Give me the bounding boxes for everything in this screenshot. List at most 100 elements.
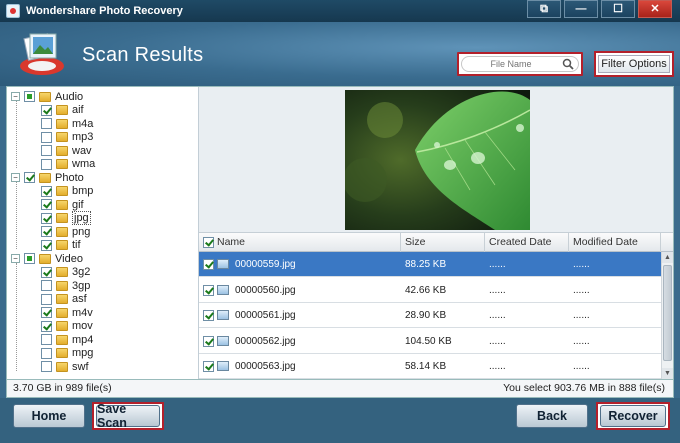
search-input[interactable] <box>462 59 560 69</box>
folder-icon <box>56 348 68 359</box>
tree-item-aif[interactable]: aif <box>41 104 84 118</box>
back-button[interactable]: Back <box>516 404 588 428</box>
group-checkbox[interactable] <box>24 253 35 265</box>
item-checkbox[interactable] <box>41 334 52 346</box>
tree-group-label: Photo <box>55 171 84 184</box>
tree-item-wav[interactable]: wav <box>41 144 92 158</box>
recover-frame: Recover <box>596 402 670 430</box>
tree-group-video[interactable]: − Video <box>11 252 83 266</box>
folder-icon <box>56 321 68 332</box>
tree-item-tif[interactable]: tif <box>41 239 81 253</box>
group-checkbox[interactable] <box>24 91 35 103</box>
item-checkbox[interactable] <box>41 131 52 143</box>
item-checkbox[interactable] <box>41 361 52 373</box>
tree-item-mp4[interactable]: mp4 <box>41 333 93 347</box>
item-checkbox[interactable] <box>41 104 52 116</box>
modified-date-cell: ...... <box>573 361 590 372</box>
column-modified-date[interactable]: Modified Date <box>569 233 661 252</box>
folder-icon <box>56 307 68 318</box>
table-row[interactable]: 00000562.jpg 104.50 KB............ <box>199 329 661 354</box>
tree-item-wma[interactable]: wma <box>41 158 95 172</box>
item-checkbox[interactable] <box>41 266 52 278</box>
tree-item-mpg[interactable]: mpg <box>41 347 93 361</box>
tree-item-png[interactable]: png <box>41 225 90 239</box>
item-checkbox[interactable] <box>41 185 52 197</box>
maximize-button[interactable]: ☐ <box>601 0 635 18</box>
filter-options-frame: Filter Options <box>594 51 674 77</box>
tree-connector-line <box>16 101 17 168</box>
column-size[interactable]: Size <box>401 233 485 252</box>
tree-item-m4a[interactable]: m4a <box>41 117 93 131</box>
item-checkbox[interactable] <box>41 239 52 251</box>
item-checkbox[interactable] <box>41 199 52 211</box>
filter-options-button[interactable]: Filter Options <box>598 55 670 73</box>
tree-group-audio[interactable]: − Audio <box>11 90 83 104</box>
tree-item-3gp[interactable]: 3gp <box>41 279 90 293</box>
item-checkbox[interactable] <box>41 212 52 224</box>
tree-item-label: 3gp <box>72 279 91 292</box>
created-date-cell: ...... <box>489 361 506 372</box>
footer-bar: Home Save Scan Back Recover <box>0 398 680 443</box>
image-file-icon <box>217 310 229 320</box>
table-row[interactable]: 00000560.jpg 42.66 KB............ <box>199 278 661 303</box>
tree-item-mp3[interactable]: mp3 <box>41 131 93 145</box>
row-checkbox[interactable] <box>203 259 214 270</box>
restore-button[interactable]: ⧉ <box>527 0 561 18</box>
item-checkbox[interactable] <box>41 226 52 238</box>
row-checkbox[interactable] <box>203 361 214 372</box>
tree-item-swf[interactable]: swf <box>41 360 89 374</box>
title-bar: Wondershare Photo Recovery ⧉ — ☐ ✕ <box>0 0 680 22</box>
home-button[interactable]: Home <box>13 404 85 428</box>
tree-item-label: mp4 <box>72 333 94 346</box>
tree-item-bmp[interactable]: bmp <box>41 185 93 199</box>
search-icon[interactable] <box>562 58 574 70</box>
item-checkbox[interactable] <box>41 347 52 359</box>
created-date-cell: ...... <box>489 284 506 296</box>
collapse-icon[interactable]: − <box>11 254 20 264</box>
table-row[interactable]: 00000559.jpg 88.25 KB............ <box>199 252 661 277</box>
column-created-date[interactable]: Created Date <box>485 233 569 252</box>
tree-item-label: m4v <box>72 306 93 319</box>
tree-item-gif[interactable]: gif <box>41 198 84 212</box>
tree-item-label: wav <box>72 144 92 157</box>
item-checkbox[interactable] <box>41 118 52 130</box>
item-checkbox[interactable] <box>41 280 52 292</box>
table-row[interactable]: 00000561.jpg 28.90 KB............ <box>199 303 661 328</box>
tree-item-3g2[interactable]: 3g2 <box>41 266 90 280</box>
column-name[interactable]: Name <box>199 233 401 252</box>
tree-item-asf[interactable]: asf <box>41 293 87 307</box>
table-scrollbar[interactable]: ▲ ▼ <box>661 252 673 379</box>
folder-icon <box>56 145 68 156</box>
row-checkbox[interactable] <box>203 335 214 347</box>
table-row[interactable]: 00000563.jpg 58.14 KB............ <box>199 354 661 379</box>
select-all-checkbox[interactable] <box>203 237 214 248</box>
modified-date-cell: ...... <box>573 310 590 321</box>
file-size-cell: 28.90 KB <box>405 310 447 321</box>
item-checkbox[interactable] <box>41 320 52 332</box>
tree-item-m4v[interactable]: m4v <box>41 306 93 320</box>
group-checkbox[interactable] <box>24 172 35 184</box>
collapse-icon[interactable]: − <box>11 173 20 183</box>
scroll-down-arrow-icon[interactable]: ▼ <box>662 368 673 379</box>
collapse-icon[interactable]: − <box>11 92 20 102</box>
tree-item-mov[interactable]: mov <box>41 320 93 334</box>
save-scan-button[interactable]: Save Scan <box>96 402 160 430</box>
close-button[interactable]: ✕ <box>638 0 672 18</box>
scroll-thumb[interactable] <box>663 265 672 361</box>
item-checkbox[interactable] <box>41 293 52 305</box>
item-checkbox[interactable] <box>41 145 52 157</box>
tree-item-jpg[interactable]: jpg <box>41 211 91 226</box>
item-checkbox[interactable] <box>41 307 52 319</box>
tree-group-photo[interactable]: − Photo <box>11 171 84 185</box>
tree-item-label: bmp <box>72 185 94 198</box>
modified-date-cell: ...... <box>573 259 590 270</box>
row-checkbox[interactable] <box>203 310 214 321</box>
folder-icon <box>56 132 68 143</box>
item-checkbox[interactable] <box>41 158 52 170</box>
tree-item-label: jpg <box>72 211 91 226</box>
recover-button[interactable]: Recover <box>600 405 666 427</box>
row-checkbox[interactable] <box>203 284 214 296</box>
minimize-button[interactable]: — <box>564 0 598 18</box>
photo-recovery-logo-icon <box>20 33 64 75</box>
scroll-up-arrow-icon[interactable]: ▲ <box>662 252 673 263</box>
